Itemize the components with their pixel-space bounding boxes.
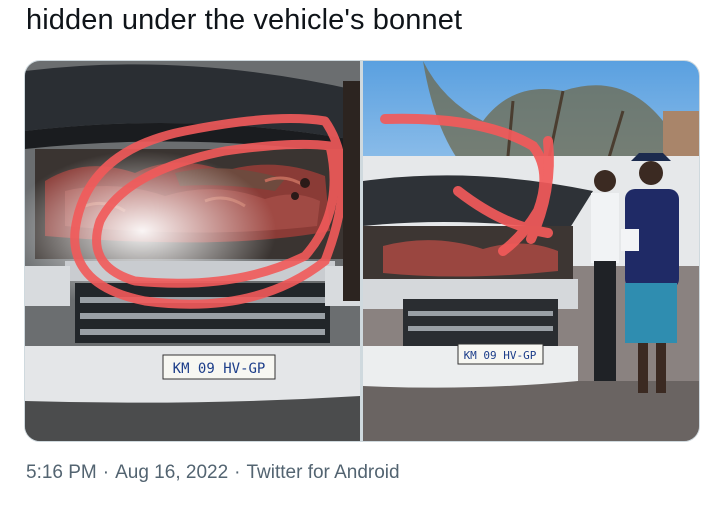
separator: · [234,462,241,483]
photo-vehicle-officers[interactable]: KM 09 HV-GP [363,61,699,441]
tweet-text: hidden under the vehicle's bonnet [26,4,463,36]
tweet-source-link[interactable]: Twitter for Android [246,462,399,483]
media-grid: KM 09 HV-GP KM 09 HV-GP [24,60,700,442]
tweet-metadata: 5:16 PM · Aug 16, 2022 · Twitter for Android [26,462,400,484]
tweet-time[interactable]: 5:16 PM [26,462,97,483]
right-license-plate: KM 09 HV-GP [464,349,537,362]
left-license-plate: KM 09 HV-GP [173,361,266,377]
photo-bonnet-closeup[interactable]: KM 09 HV-GP [25,61,360,441]
separator: · [102,462,110,483]
tweet-date[interactable]: Aug 16, 2022 [115,462,228,483]
